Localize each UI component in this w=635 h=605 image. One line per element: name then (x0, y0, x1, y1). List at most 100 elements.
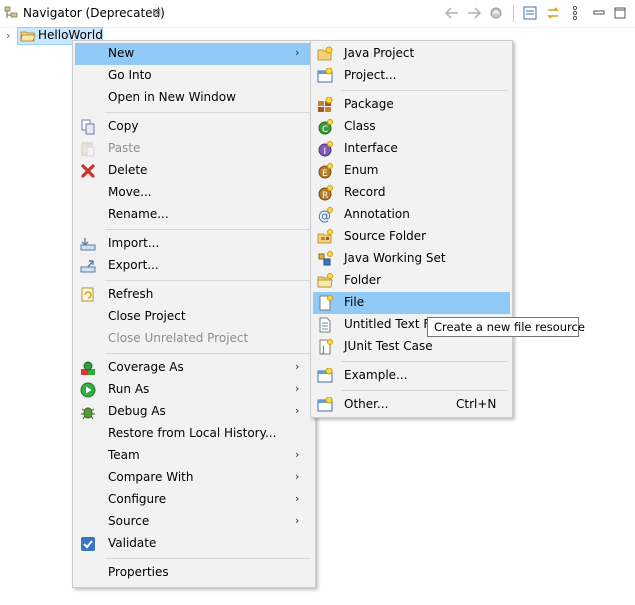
menu-item-import[interactable]: Import... (75, 233, 313, 255)
source-folder-icon (317, 229, 333, 244)
menu-item-refresh[interactable]: Refresh (75, 284, 313, 306)
new-item-project[interactable]: Project... (313, 65, 510, 87)
svg-text:E: E (322, 169, 328, 179)
menu-item-label: Close Project (108, 309, 186, 323)
menu-item-label: Record (344, 185, 386, 199)
view-title[interactable]: Navigator (Deprecated) (23, 6, 165, 20)
chevron-right-icon: › (295, 46, 300, 59)
menu-item-label: Source (108, 514, 150, 528)
enum-icon: E (318, 163, 333, 179)
home-icon[interactable] (488, 5, 504, 21)
menu-item-compare-with[interactable]: Compare With › (75, 467, 313, 489)
back-icon[interactable] (444, 5, 460, 21)
view-menu-icon[interactable] (567, 5, 583, 21)
refresh-icon (81, 287, 94, 302)
svg-text:R: R (322, 191, 328, 201)
menu-item-label: Example... (344, 368, 408, 382)
menu-item-label: Delete (108, 163, 148, 177)
forward-icon[interactable] (466, 5, 482, 21)
new-item-package[interactable]: Package (313, 94, 510, 116)
menu-item-label: Close Unrelated Project (108, 331, 249, 345)
package-icon (318, 97, 333, 112)
new-item-folder[interactable]: Folder (313, 270, 510, 292)
menu-item-coverage-as[interactable]: Coverage As › (75, 357, 313, 379)
menu-item-go-into[interactable]: Go Into (75, 65, 313, 87)
menu-item-label: Properties (108, 565, 169, 579)
close-icon[interactable]: ⊠ (152, 6, 161, 19)
project-icon (317, 68, 333, 83)
collapse-all-icon[interactable] (522, 5, 538, 21)
new-item-enum[interactable]: E Enum (313, 160, 510, 182)
menu-item-label: Move... (108, 185, 152, 199)
run-icon (80, 382, 96, 398)
menu-separator (105, 280, 311, 281)
menu-separator (341, 390, 508, 391)
menu-item-label: Import... (108, 236, 160, 250)
svg-text:I: I (324, 147, 327, 157)
menu-item-open-in-new-window[interactable]: Open in New Window (75, 87, 313, 109)
new-item-java-project[interactable]: Java Project (313, 43, 510, 65)
new-item-example[interactable]: Example... (313, 365, 510, 387)
menu-item-label: Paste (108, 141, 141, 155)
new-item-class[interactable]: C Class (313, 116, 510, 138)
new-item-interface[interactable]: I Interface (313, 138, 510, 160)
new-item-annotation[interactable]: @ Annotation (313, 204, 510, 226)
menu-item-validate[interactable]: Validate (75, 533, 313, 555)
menu-item-label: Validate (108, 536, 157, 550)
delete-icon (81, 164, 95, 178)
menu-separator (341, 361, 508, 362)
svg-text:C: C (322, 125, 328, 135)
menu-item-label: Enum (344, 163, 379, 177)
menu-item-source[interactable]: Source › (75, 511, 313, 533)
new-item-file[interactable]: File (313, 292, 510, 314)
coverage-icon (81, 361, 95, 375)
new-item-record[interactable]: R Record (313, 182, 510, 204)
chevron-right-icon: › (295, 382, 300, 395)
menu-item-label: Restore from Local History... (108, 426, 277, 440)
menu-item-properties[interactable]: Properties (75, 562, 313, 584)
menu-item-label: Configure (108, 492, 167, 506)
new-item-java-working-set[interactable]: Java Working Set (313, 248, 510, 270)
record-icon: R (318, 185, 333, 201)
tooltip: Create a new file resource (427, 317, 585, 337)
minimize-icon[interactable] (591, 5, 607, 21)
menu-item-label: Refresh (108, 287, 154, 301)
menu-separator (341, 90, 508, 91)
menu-item-team[interactable]: Team › (75, 445, 313, 467)
menu-item-label: Project... (344, 68, 397, 82)
class-icon: C (318, 119, 333, 135)
new-item-junit-test-case[interactable]: J JUnit Test Case (313, 336, 510, 358)
new-item-other[interactable]: Other... Ctrl+N (313, 394, 510, 416)
other-icon (317, 397, 333, 412)
link-with-editor-icon[interactable] (545, 5, 561, 21)
working-set-icon (318, 251, 333, 266)
menu-separator (105, 353, 311, 354)
menu-item-move[interactable]: Move... (75, 182, 313, 204)
file-icon (319, 295, 333, 311)
menu-item-close-project[interactable]: Close Project (75, 306, 313, 328)
menu-item-new[interactable]: New › (75, 43, 313, 65)
toolbar-separator (513, 5, 514, 22)
expand-arrow-icon[interactable]: › (6, 29, 10, 42)
menu-item-label: Run As (108, 382, 150, 396)
menu-item-restore-from-local-history[interactable]: Restore from Local History... (75, 423, 313, 445)
tooltip-text: Create a new file resource (434, 320, 585, 334)
menu-item-label: Other... (344, 397, 389, 411)
menu-item-run-as[interactable]: Run As › (75, 379, 313, 401)
menu-item-label: New (108, 46, 135, 60)
chevron-right-icon: › (295, 448, 300, 461)
menu-item-label: Team (108, 448, 140, 462)
menu-item-debug-as[interactable]: Debug As › (75, 401, 313, 423)
menu-item-export[interactable]: Export... (75, 255, 313, 277)
menu-item-configure[interactable]: Configure › (75, 489, 313, 511)
menu-item-rename[interactable]: Rename... (75, 204, 313, 226)
menu-item-delete[interactable]: Delete (75, 160, 313, 182)
context-menu: New › Go Into Open in New Window Copy Paste De… (72, 40, 316, 588)
menu-item-label: Rename... (108, 207, 169, 221)
new-item-source-folder[interactable]: Source Folder (313, 226, 510, 248)
chevron-right-icon: › (295, 514, 300, 527)
maximize-icon[interactable] (612, 5, 628, 21)
menu-item-copy[interactable]: Copy (75, 116, 313, 138)
menu-item-label: Source Folder (344, 229, 427, 243)
menu-item-label: Coverage As (108, 360, 184, 374)
